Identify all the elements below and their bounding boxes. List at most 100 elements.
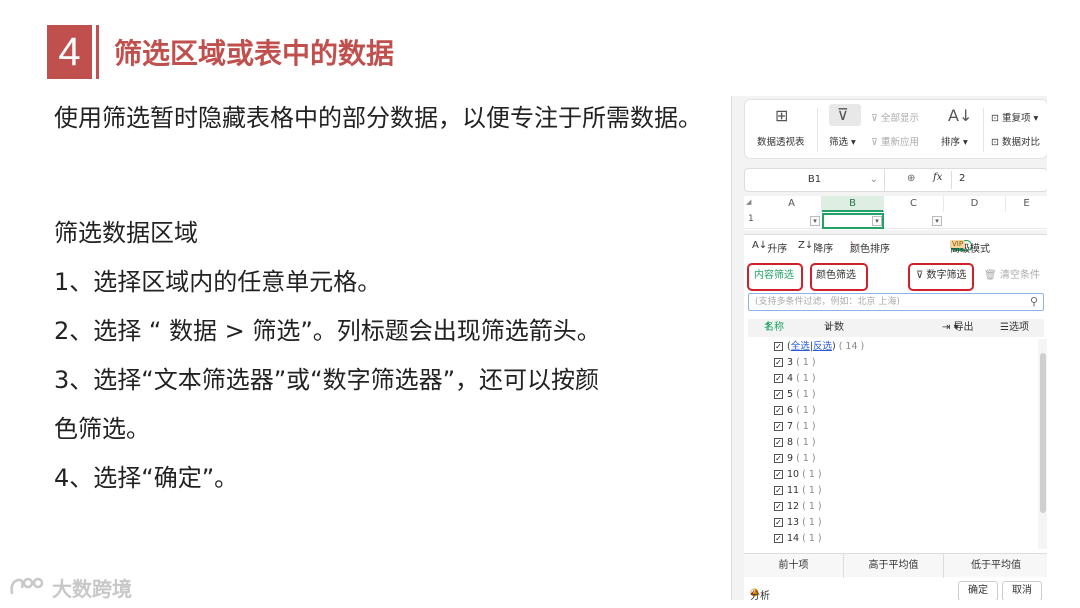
sort-row: A↓ 升序 Z↓ 降序 ⁝ 颜色排序 高级模式 VIP: [752, 240, 990, 255]
invert-link[interactable]: 反选: [813, 341, 832, 352]
list-item[interactable]: ✓ 4 ( 1 ): [774, 371, 816, 387]
checkbox[interactable]: ✓: [774, 422, 783, 431]
filter-search-input[interactable]: (支持多条件过滤，例如：北京 上海) ⚲: [748, 293, 1044, 311]
below-average-button[interactable]: 低于平均值: [944, 554, 1047, 578]
ribbon-divider: [817, 108, 818, 152]
above-average-button[interactable]: 高于平均值: [844, 554, 944, 578]
highlight-number-filter: [908, 263, 974, 291]
step-3: 3、选择“文本筛选器”或“数字筛选器”，还可以按颜: [54, 366, 600, 394]
filter-button[interactable]: 筛选 ▾: [829, 134, 856, 148]
checkbox[interactable]: ✓: [774, 438, 783, 447]
export-button[interactable]: ⇥ 导出 ▾: [942, 319, 974, 337]
select-all-link[interactable]: 全选: [791, 341, 810, 352]
list-header: 名称 ↑ 计数 ↓ ⇥ 导出 ▾ ☰ 选项: [748, 319, 1044, 337]
value-list: ✓ (全选|反选) ( 14 ) ✓ 3 ( 1 ) ✓ 4 ( 1 ) ✓ 5 ( 1…: [748, 339, 1044, 549]
filter-icon: ⊽: [837, 105, 849, 124]
clear-conditions-button[interactable]: 🗑 清空条件: [980, 265, 1044, 287]
pivot-table-button[interactable]: 数据透视表: [757, 134, 805, 148]
show-all-button[interactable]: ⊽ 全部显示: [871, 110, 919, 124]
checkbox[interactable]: ✓: [774, 406, 783, 415]
list-item[interactable]: ✓ 3 ( 1 ): [774, 355, 816, 371]
section-heading: 筛选数据区域: [54, 219, 198, 247]
formula-divider: [951, 171, 952, 189]
data-ribbon: ⊞ 数据透视表 ⊽ 筛选 ▾ ⊽ 全部显示 ⊽ 重新应用 A↓ 排序 ▾ ⊡ 重…: [744, 99, 1047, 159]
list-item[interactable]: ✓ 5 ( 1 ): [774, 387, 816, 403]
data-compare-button[interactable]: ⊡ 数据对比: [991, 134, 1040, 148]
checkbox[interactable]: ✓: [774, 390, 783, 399]
checkbox[interactable]: ✓: [774, 470, 783, 479]
pivot-table-icon: ⊞: [775, 106, 789, 125]
total-count: ( 14 ): [838, 341, 865, 352]
formula-input[interactable]: 2: [959, 173, 965, 184]
count-column-header[interactable]: 计数 ↓: [824, 319, 844, 337]
highlight-color-filter: [810, 263, 868, 291]
brand-logo: 大数跨境: [8, 572, 132, 602]
checkbox[interactable]: ✓: [774, 454, 783, 463]
scrollbar-thumb[interactable]: [1040, 353, 1046, 513]
checkbox[interactable]: ✓: [774, 358, 783, 367]
zoom-icon[interactable]: ⊕: [907, 173, 915, 184]
list-item[interactable]: ✓ 9 ( 1 ): [774, 451, 816, 467]
list-scrollbar[interactable]: [1038, 339, 1047, 549]
wps-screenshot: ⊞ 数据透视表 ⊽ 筛选 ▾ ⊽ 全部显示 ⊽ 重新应用 A↓ 排序 ▾ ⊡ 重…: [731, 96, 1047, 600]
reapply-button[interactable]: ⊽ 重新应用: [871, 134, 919, 148]
list-item[interactable]: ✓ 13 ( 1 ): [774, 515, 822, 531]
sort-descending-button[interactable]: Z↓ 降序: [798, 240, 833, 255]
list-item[interactable]: ✓ 12 ( 1 ): [774, 499, 822, 515]
sheet-row-1: 1 ▾ ▾ ▾: [744, 213, 1047, 229]
filter-dropdown-panel: A↓ 升序 Z↓ 降序 ⁝ 颜色排序 高级模式 VIP 内容筛选 颜色筛选 ⊽ …: [744, 234, 1047, 600]
intro-paragraph: 使用筛选暂时隐藏表格中的部分数据，以便专注于所需数据。: [54, 104, 702, 132]
step-2: 2、选择 “ 数据 > 筛选”。列标题会出现筛选箭头。: [54, 317, 601, 345]
options-button[interactable]: ☰ 选项: [1000, 319, 1029, 337]
row-number: 1: [748, 214, 754, 224]
checkbox[interactable]: ✓: [774, 374, 783, 383]
cancel-button[interactable]: 取消: [1002, 581, 1042, 600]
checkbox[interactable]: ✓: [774, 518, 783, 527]
filter-dropdown-arrow-c[interactable]: ▾: [932, 216, 942, 226]
sort-ascending-button[interactable]: A↓ 升序: [752, 240, 787, 255]
title-divider: [96, 25, 99, 79]
list-item[interactable]: ✓ 14 ( 1 ): [774, 531, 822, 547]
ribbon-divider: [983, 108, 984, 152]
brand-name: 大数跨境: [52, 576, 132, 601]
checkbox[interactable]: ✓: [774, 534, 783, 543]
panel-footer: ◕ 分析 确定 取消: [744, 579, 1047, 600]
top-ten-button[interactable]: 前十项: [744, 554, 844, 578]
name-box[interactable]: B1 ⌄: [745, 169, 885, 191]
slide-title: 筛选区域或表中的数据: [114, 37, 395, 70]
fx-icon[interactable]: fx: [933, 172, 942, 183]
step-3-cont: 色筛选。: [54, 415, 150, 443]
list-item[interactable]: ✓ 7 ( 1 ): [774, 419, 816, 435]
filter-dropdown-arrow-a[interactable]: ▾: [810, 216, 820, 226]
quick-filter-tabs: 前十项 高于平均值 低于平均值: [744, 553, 1047, 578]
name-column-header[interactable]: 名称 ↑: [764, 319, 784, 337]
search-icon[interactable]: ⚲: [1030, 294, 1038, 310]
filter-dropdown-arrow-b[interactable]: ▾: [872, 216, 882, 226]
column-header-e[interactable]: E: [1006, 196, 1047, 212]
select-all-item[interactable]: ✓ (全选|反选) ( 14 ): [774, 339, 864, 355]
checkbox[interactable]: ✓: [774, 486, 783, 495]
vip-badge: VIP: [950, 240, 966, 248]
list-item[interactable]: ✓ 8 ( 1 ): [774, 435, 816, 451]
select-all-corner[interactable]: ◢: [746, 198, 751, 206]
sort-icon: A↓: [948, 106, 973, 125]
checkbox[interactable]: ✓: [774, 342, 783, 351]
step-1: 1、选择区域内的任意单元格。: [54, 268, 382, 296]
sort-button[interactable]: 排序 ▾: [941, 134, 968, 148]
brand-mark-icon: [10, 577, 44, 595]
column-header-c[interactable]: C: [884, 196, 944, 212]
column-header-b[interactable]: B: [822, 196, 884, 212]
list-item[interactable]: ✓ 11 ( 1 ): [774, 483, 822, 499]
list-item[interactable]: ✓ 6 ( 1 ): [774, 403, 816, 419]
highlight-content-filter: [747, 263, 803, 291]
section-number: 4: [47, 25, 92, 79]
column-header-a[interactable]: A: [762, 196, 822, 212]
filter-tabs: 内容筛选 颜色筛选 ⊽ 数字筛选 🗑 清空条件: [744, 263, 1047, 291]
checkbox[interactable]: ✓: [774, 502, 783, 511]
chevron-down-icon: ⌄: [869, 174, 878, 185]
sheet-grid: ◢ A B C D E 1 ▾ ▾ ▾: [744, 196, 1047, 230]
duplicates-button[interactable]: ⊡ 重复项 ▾: [991, 110, 1038, 124]
column-header-d[interactable]: D: [944, 196, 1006, 212]
list-item[interactable]: ✓ 10 ( 1 ): [774, 467, 822, 483]
ok-button[interactable]: 确定: [958, 581, 998, 600]
